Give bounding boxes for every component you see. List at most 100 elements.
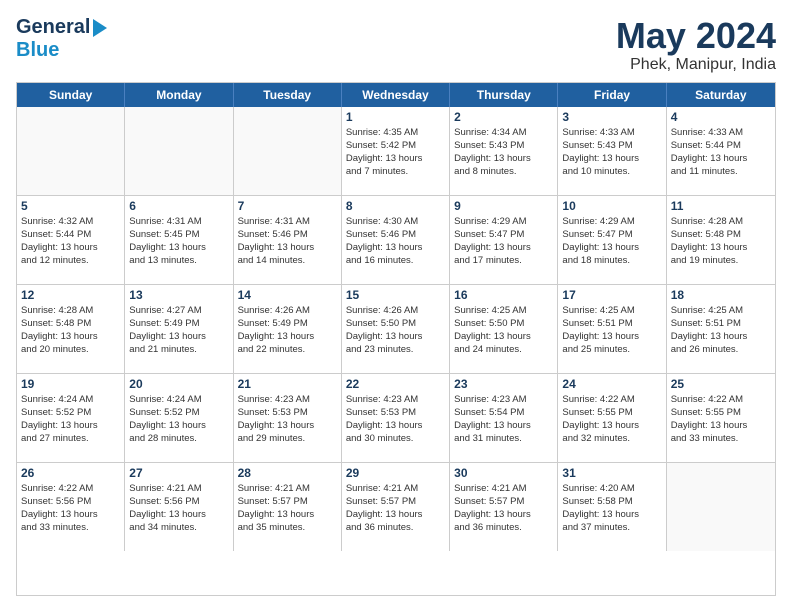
calendar-cell-5-3: 28 Sunrise: 4:21 AMSunset: 5:57 PMDayligh… [234,463,342,551]
day-number: 21 [238,377,337,391]
day-number: 17 [562,288,661,302]
main-title: May 2024 [616,16,776,56]
logo: General Blue [16,16,107,62]
calendar-cell-2-2: 6Sunrise: 4:31 AMSunset: 5:45 PMDaylight… [125,196,233,284]
calendar-cell-1-6: 3 Sunrise: 4:33 AMSunset: 5:43 PMDaylight… [558,107,666,195]
calendar-cell-1-3 [234,107,342,195]
day-info: Sunrise: 4:26 AMSunset: 5:49 PMDaylight:… [238,304,337,357]
calendar-cell-5-7 [667,463,775,551]
calendar-cell-1-5: 2Sunrise: 4:34 AMSunset: 5:43 PMDaylight… [450,107,558,195]
day-number: 3 [562,110,661,124]
day-info: Sunrise: 4:26 AMSunset: 5:50 PMDaylight:… [346,304,445,357]
day-number: 22 [346,377,445,391]
day-info: Sunrise: 4:33 AMSunset: 5:43 PMDaylight:… [562,126,661,179]
calendar-cell-3-7: 18Sunrise: 4:25 AMSunset: 5:51 PMDayligh… [667,285,775,373]
day-number: 15 [346,288,445,302]
calendar-week-5: 26 Sunrise: 4:22 AMSunset: 5:56 PMDayligh… [17,462,775,551]
day-number: 1 [346,110,445,124]
calendar-cell-4-1: 19 Sunrise: 4:24 AMSunset: 5:52 PMDayligh… [17,374,125,462]
day-number: 4 [671,110,771,124]
day-info: Sunrise: 4:30 AMSunset: 5:46 PMDaylight:… [346,215,445,268]
calendar-cell-4-3: 21Sunrise: 4:23 AMSunset: 5:53 PMDayligh… [234,374,342,462]
calendar-cell-2-6: 10 Sunrise: 4:29 AMSunset: 5:47 PMDayligh… [558,196,666,284]
day-info: Sunrise: 4:32 AMSunset: 5:44 PMDaylight:… [21,215,120,268]
calendar-week-4: 19 Sunrise: 4:24 AMSunset: 5:52 PMDayligh… [17,373,775,462]
day-number: 20 [129,377,228,391]
logo-arrow-icon [93,19,107,37]
day-info: Sunrise: 4:22 AMSunset: 5:56 PMDaylight:… [21,482,120,535]
day-number: 5 [21,199,120,213]
calendar-cell-3-2: 13 Sunrise: 4:27 AMSunset: 5:49 PMDayligh… [125,285,233,373]
day-number: 19 [21,377,120,391]
day-number: 28 [238,466,337,480]
calendar-cell-2-7: 11 Sunrise: 4:28 AMSunset: 5:48 PMDayligh… [667,196,775,284]
calendar-cell-2-4: 8 Sunrise: 4:30 AMSunset: 5:46 PMDaylight… [342,196,450,284]
day-number: 14 [238,288,337,302]
calendar-header-wednesday: Wednesday [342,83,450,107]
calendar: SundayMondayTuesdayWednesdayThursdayFrid… [16,82,776,596]
day-info: Sunrise: 4:24 AMSunset: 5:52 PMDaylight:… [129,393,228,446]
calendar-cell-3-3: 14 Sunrise: 4:26 AMSunset: 5:49 PMDayligh… [234,285,342,373]
day-info: Sunrise: 4:34 AMSunset: 5:43 PMDaylight:… [454,126,553,179]
day-info: Sunrise: 4:27 AMSunset: 5:49 PMDaylight:… [129,304,228,357]
calendar-cell-3-1: 12 Sunrise: 4:28 AMSunset: 5:48 PMDayligh… [17,285,125,373]
calendar-cell-5-1: 26 Sunrise: 4:22 AMSunset: 5:56 PMDayligh… [17,463,125,551]
day-number: 12 [21,288,120,302]
logo-general-text: General [16,16,90,39]
day-number: 13 [129,288,228,302]
calendar-cell-2-1: 5 Sunrise: 4:32 AMSunset: 5:44 PMDaylight… [17,196,125,284]
header: General Blue May 2024 Phek, Manipur, Ind… [16,16,776,74]
calendar-cell-3-6: 17 Sunrise: 4:25 AMSunset: 5:51 PMDayligh… [558,285,666,373]
day-number: 11 [671,199,771,213]
calendar-cell-4-6: 24Sunrise: 4:22 AMSunset: 5:55 PMDayligh… [558,374,666,462]
calendar-cell-5-5: 30Sunrise: 4:21 AMSunset: 5:57 PMDayligh… [450,463,558,551]
calendar-cell-1-7: 4 Sunrise: 4:33 AMSunset: 5:44 PMDaylight… [667,107,775,195]
calendar-header-monday: Monday [125,83,233,107]
logo-blue-text: Blue [16,39,59,62]
day-number: 29 [346,466,445,480]
calendar-cell-1-1 [17,107,125,195]
day-info: Sunrise: 4:28 AMSunset: 5:48 PMDaylight:… [671,215,771,268]
day-number: 9 [454,199,553,213]
calendar-header-friday: Friday [558,83,666,107]
day-info: Sunrise: 4:21 AMSunset: 5:57 PMDaylight:… [238,482,337,535]
day-info: Sunrise: 4:23 AMSunset: 5:54 PMDaylight:… [454,393,553,446]
day-info: Sunrise: 4:22 AMSunset: 5:55 PMDaylight:… [562,393,661,446]
day-info: Sunrise: 4:31 AMSunset: 5:45 PMDaylight:… [129,215,228,268]
calendar-header-thursday: Thursday [450,83,558,107]
day-number: 25 [671,377,771,391]
day-info: Sunrise: 4:21 AMSunset: 5:56 PMDaylight:… [129,482,228,535]
day-number: 26 [21,466,120,480]
calendar-body: 1 Sunrise: 4:35 AMSunset: 5:42 PMDaylight… [17,107,775,551]
day-info: Sunrise: 4:21 AMSunset: 5:57 PMDaylight:… [346,482,445,535]
calendar-header-tuesday: Tuesday [234,83,342,107]
day-info: Sunrise: 4:25 AMSunset: 5:50 PMDaylight:… [454,304,553,357]
day-number: 8 [346,199,445,213]
subtitle: Phek, Manipur, India [616,56,776,74]
calendar-cell-3-5: 16 Sunrise: 4:25 AMSunset: 5:50 PMDayligh… [450,285,558,373]
calendar-week-1: 1 Sunrise: 4:35 AMSunset: 5:42 PMDaylight… [17,107,775,195]
day-info: Sunrise: 4:31 AMSunset: 5:46 PMDaylight:… [238,215,337,268]
day-info: Sunrise: 4:25 AMSunset: 5:51 PMDaylight:… [671,304,771,357]
calendar-cell-4-2: 20 Sunrise: 4:24 AMSunset: 5:52 PMDayligh… [125,374,233,462]
calendar-header-sunday: Sunday [17,83,125,107]
day-info: Sunrise: 4:33 AMSunset: 5:44 PMDaylight:… [671,126,771,179]
day-number: 10 [562,199,661,213]
calendar-cell-5-2: 27Sunrise: 4:21 AMSunset: 5:56 PMDayligh… [125,463,233,551]
day-number: 31 [562,466,661,480]
logo-wrapper: General [16,16,107,39]
day-info: Sunrise: 4:24 AMSunset: 5:52 PMDaylight:… [21,393,120,446]
calendar-header-row: SundayMondayTuesdayWednesdayThursdayFrid… [17,83,775,107]
day-number: 7 [238,199,337,213]
calendar-cell-1-2 [125,107,233,195]
day-number: 30 [454,466,553,480]
calendar-cell-4-4: 22Sunrise: 4:23 AMSunset: 5:53 PMDayligh… [342,374,450,462]
calendar-cell-2-3: 7 Sunrise: 4:31 AMSunset: 5:46 PMDaylight… [234,196,342,284]
day-info: Sunrise: 4:35 AMSunset: 5:42 PMDaylight:… [346,126,445,179]
day-info: Sunrise: 4:28 AMSunset: 5:48 PMDaylight:… [21,304,120,357]
calendar-cell-5-4: 29 Sunrise: 4:21 AMSunset: 5:57 PMDayligh… [342,463,450,551]
day-info: Sunrise: 4:29 AMSunset: 5:47 PMDaylight:… [562,215,661,268]
day-info: Sunrise: 4:29 AMSunset: 5:47 PMDaylight:… [454,215,553,268]
day-number: 16 [454,288,553,302]
day-info: Sunrise: 4:25 AMSunset: 5:51 PMDaylight:… [562,304,661,357]
